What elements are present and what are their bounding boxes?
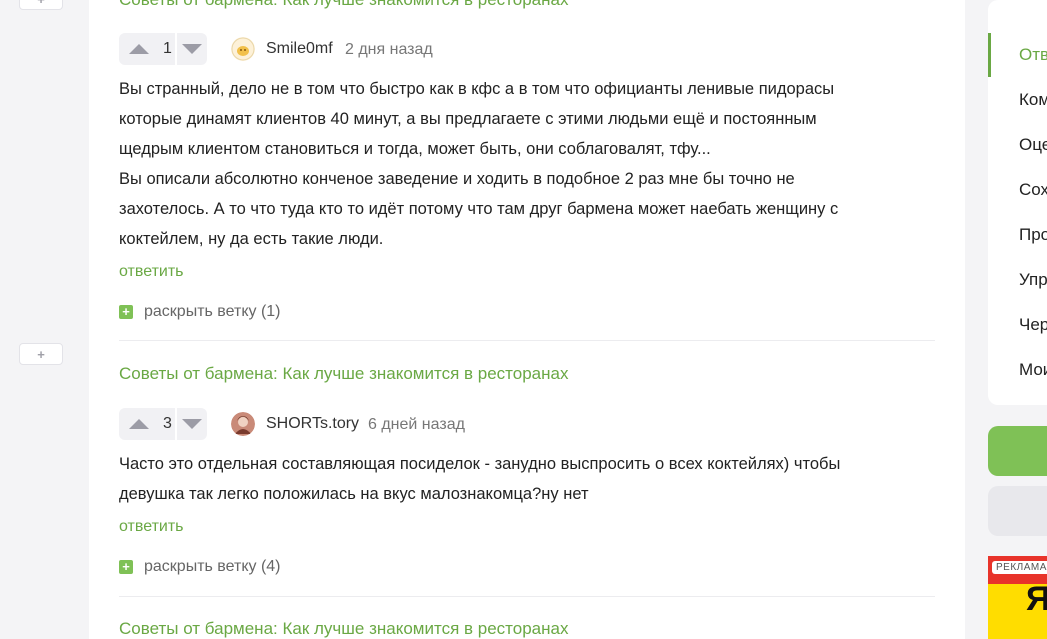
comment-text: Часто это отдельная составляющая посидел… (119, 449, 919, 509)
upvote-button[interactable]: 3 (119, 408, 175, 440)
downvote-button[interactable] (176, 408, 207, 440)
comment-line: щедрым клиентом становиться и тогда, мож… (119, 140, 711, 158)
sidebar-active-indicator (988, 33, 991, 77)
divider (119, 596, 935, 597)
sidebar-item-8[interactable]: Мои (1019, 360, 1047, 380)
expand-branch-label: раскрыть ветку (4) (144, 558, 281, 575)
comment-author[interactable]: Smile0mf (266, 40, 333, 58)
expand-branch-button[interactable]: + раскрыть ветку (4) (119, 558, 281, 576)
expand-branch-button[interactable]: + раскрыть ветку (1) (119, 303, 281, 321)
comment-line: Часто это отдельная составляющая посидел… (119, 455, 841, 473)
vote-control: 1 (119, 33, 207, 65)
arrow-down-icon (181, 44, 202, 54)
comment-time[interactable]: 2 дня назад (345, 41, 433, 59)
plus-icon: + (37, 346, 45, 362)
comment-line: захотелось. А то что туда кто то идёт по… (119, 200, 839, 218)
sidebar-item-7[interactable]: Чер (1019, 315, 1047, 335)
sidebar-item-4[interactable]: Сох (1019, 180, 1047, 200)
plus-icon: + (119, 305, 133, 319)
ad-label: РЕКЛАМА (992, 561, 1047, 574)
sidebar-item-2[interactable]: Ком (1019, 90, 1047, 110)
sidebar-item-1[interactable]: Отв (1019, 45, 1047, 65)
comment-line: девушка так легко положилась на вкус мал… (119, 485, 589, 503)
vote-count: 1 (163, 40, 172, 57)
collapse-thread-button[interactable]: + (19, 0, 63, 10)
reply-link[interactable]: ответить (119, 518, 184, 536)
secondary-action-button[interactable] (988, 486, 1047, 536)
comments-feed: Советы от бармена: Как лучше знакомится … (89, 0, 965, 639)
divider (119, 340, 935, 341)
ad-banner[interactable]: РЕКЛАМА Я (988, 556, 1047, 639)
avatar-image (231, 37, 255, 61)
arrow-up-icon (129, 44, 149, 54)
avatar[interactable] (231, 412, 255, 436)
post-title-link[interactable]: Советы от бармена: Как лучше знакомится … (119, 619, 568, 639)
sidebar-item-6[interactable]: Упр (1019, 270, 1047, 290)
ad-logo: Я (1026, 580, 1047, 618)
downvote-button[interactable] (176, 33, 207, 65)
plus-icon: + (119, 560, 133, 574)
comment-text: Вы странный, дело не в том что быстро ка… (119, 74, 919, 254)
comment-line: коктейлем, ну да есть такие люди. (119, 230, 384, 248)
primary-action-button[interactable] (988, 426, 1047, 476)
plus-icon: + (37, 0, 45, 7)
avatar[interactable] (231, 37, 255, 61)
expand-thread-button[interactable]: + (19, 343, 63, 365)
arrow-down-icon (181, 419, 202, 429)
reply-link[interactable]: ответить (119, 263, 184, 281)
vote-control: 3 (119, 408, 207, 440)
comment-author[interactable]: SHORTs.tory (266, 415, 359, 433)
avatar-image (231, 412, 255, 436)
post-title-link[interactable]: Советы от бармена: Как лучше знакомится … (119, 364, 568, 384)
comment-line: Вы странный, дело не в том что быстро ка… (119, 80, 835, 98)
comment-line: Вы описали абсолютно конченое заведение … (119, 170, 795, 188)
expand-branch-label: раскрыть ветку (1) (144, 303, 281, 320)
vote-count: 3 (163, 415, 172, 432)
sidebar-item-3[interactable]: Оце (1019, 135, 1047, 155)
sidebar-item-5[interactable]: Про (1019, 225, 1047, 245)
comment-time[interactable]: 6 дней назад (368, 416, 465, 434)
arrow-up-icon (129, 419, 149, 429)
upvote-button[interactable]: 1 (119, 33, 175, 65)
comment-line: которые динамят клиентов 40 минут, а вы … (119, 110, 817, 128)
post-title-link[interactable]: Советы от бармена: Как лучше знакомится … (119, 0, 568, 10)
